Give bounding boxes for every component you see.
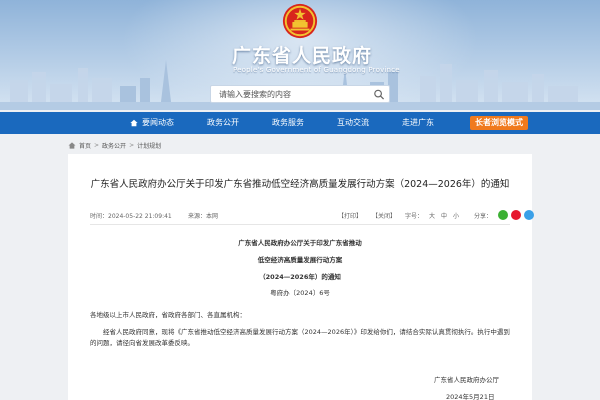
share-label: 分享： xyxy=(474,213,493,220)
sign-date: 2024年5月21日 xyxy=(446,393,495,400)
nav-item-news[interactable]: 要闻动态 xyxy=(130,112,174,134)
article-title: 广东省人民政府办公厅关于印发广东省推动低空经济高质量发展行动方案（2024—20… xyxy=(90,179,510,190)
body-paragraph: 经省人民政府同意，现将《广东省推动低空经济高质量发展行动方案（2024—2026… xyxy=(90,328,510,347)
home-icon xyxy=(130,119,138,127)
doc-number: 粤府办〔2024〕6号 xyxy=(270,289,330,297)
national-emblem-logo xyxy=(282,3,318,39)
breadcrumb-separator: > xyxy=(129,141,135,149)
salutation: 各地级以上市人民政府，省政府各部门、各直属机构： xyxy=(90,311,246,319)
site-subtitle: People's Government of Guangdong Provinc… xyxy=(233,66,400,74)
close-link[interactable]: 【关闭】 xyxy=(372,211,396,220)
breadcrumb-separator: > xyxy=(94,141,100,149)
doc-heading-line-2: 低空经济高质量发展行动方案 xyxy=(257,256,343,264)
font-size-small[interactable]: 小 xyxy=(453,213,459,220)
breadcrumb-gov-affairs[interactable]: 政务公开 xyxy=(102,141,126,150)
article-source: 来源：本网 xyxy=(188,213,219,220)
article-card: 广东省人民政府办公厅关于印发广东省推动低空经济高质量发展行动方案 （2024—20… xyxy=(68,154,534,400)
nav-item-guangdong[interactable]: 走进广东 xyxy=(402,112,434,134)
font-size-large[interactable]: 大 xyxy=(429,213,435,220)
site-title: 广东省人民政府 xyxy=(232,45,373,67)
elder-mode-button[interactable]: 长者浏览模式 xyxy=(470,116,528,130)
divider xyxy=(90,224,510,225)
nav-item-gov-affairs[interactable]: 政务公开 xyxy=(207,112,239,134)
article-meta: 时间：2024-05-22 21:09:41 来源：本网 【打印】 【关闭】 字… xyxy=(90,209,534,221)
wechat-share-icon[interactable] xyxy=(498,210,508,220)
print-link[interactable]: 【打印】 xyxy=(338,211,362,220)
font-size-label: 字号： xyxy=(405,213,424,220)
qq-share-icon[interactable] xyxy=(524,210,534,220)
share-control: 分享： xyxy=(474,210,534,220)
home-icon xyxy=(68,141,76,149)
main-nav: 要闻动态 政务公开 政务服务 互动交流 走进广东 长者浏览模式 xyxy=(0,112,600,134)
breadcrumb: 首页 > 政务公开 > 计划规划 xyxy=(68,140,161,150)
font-size-control: 字号： 大中小 xyxy=(405,211,459,220)
search-icon[interactable] xyxy=(373,89,385,100)
doc-heading-line-1: 广东省人民政府办公厅关于印发广东省推动 xyxy=(238,239,362,247)
breadcrumb-home[interactable]: 首页 xyxy=(79,141,91,150)
weibo-share-icon[interactable] xyxy=(511,210,521,220)
nav-label: 要闻动态 xyxy=(142,118,174,127)
site-header: 广东省人民政府 People's Government of Guangdong… xyxy=(0,0,600,110)
doc-heading-line-3: （2024—2026年）的通知 xyxy=(259,273,341,281)
publish-time: 时间：2024-05-22 21:09:41 xyxy=(90,213,172,220)
search-box xyxy=(210,85,390,103)
nav-item-gov-services[interactable]: 政务服务 xyxy=(272,112,304,134)
signature: 广东省人民政府办公厅 xyxy=(434,376,499,384)
nav-item-interaction[interactable]: 互动交流 xyxy=(337,112,369,134)
search-input[interactable] xyxy=(211,86,369,102)
breadcrumb-planning[interactable]: 计划规划 xyxy=(137,141,161,150)
font-size-medium[interactable]: 中 xyxy=(441,213,447,220)
